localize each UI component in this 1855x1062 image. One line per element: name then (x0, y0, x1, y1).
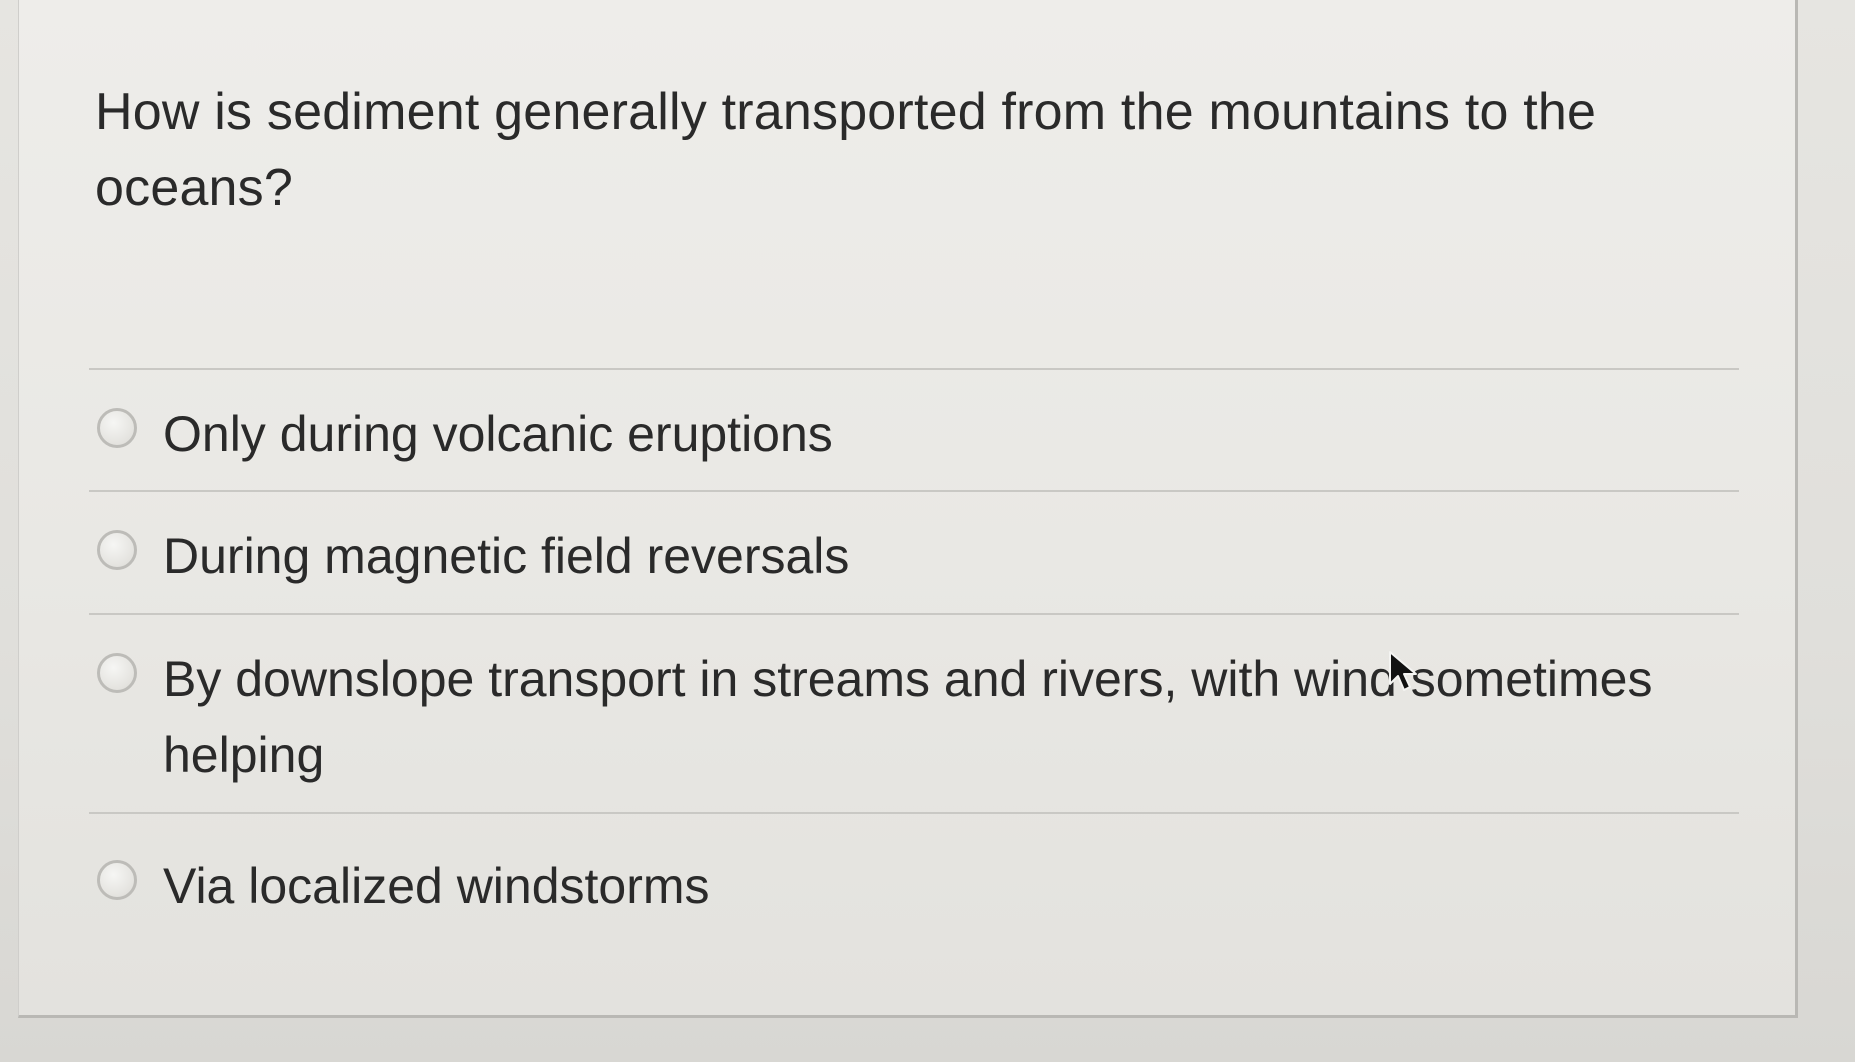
answer-option-label: By downslope transport in streams and ri… (163, 651, 1653, 783)
divider (89, 368, 1739, 370)
divider (89, 490, 1739, 492)
answer-option-3[interactable]: By downslope transport in streams and ri… (97, 641, 1657, 793)
answer-option-label: Only during volcanic eruptions (163, 406, 833, 462)
answer-option-4[interactable]: Via localized windstorms (97, 848, 1717, 924)
radio-unchecked-icon[interactable] (97, 408, 137, 448)
radio-unchecked-icon[interactable] (97, 653, 137, 693)
answer-option-label: Via localized windstorms (163, 858, 710, 914)
question-text: How is sediment generally transported fr… (95, 83, 1597, 217)
divider (89, 812, 1739, 814)
answer-option-label: During magnetic field reversals (163, 528, 850, 584)
question-card: How is sediment generally transported fr… (18, 0, 1798, 1018)
answer-option-2[interactable]: During magnetic field reversals (97, 518, 1717, 594)
mouse-pointer-icon (1389, 651, 1417, 691)
answer-option-1[interactable]: Only during volcanic eruptions (97, 396, 1717, 472)
radio-unchecked-icon[interactable] (97, 860, 137, 900)
divider (89, 613, 1739, 615)
radio-unchecked-icon[interactable] (97, 530, 137, 570)
